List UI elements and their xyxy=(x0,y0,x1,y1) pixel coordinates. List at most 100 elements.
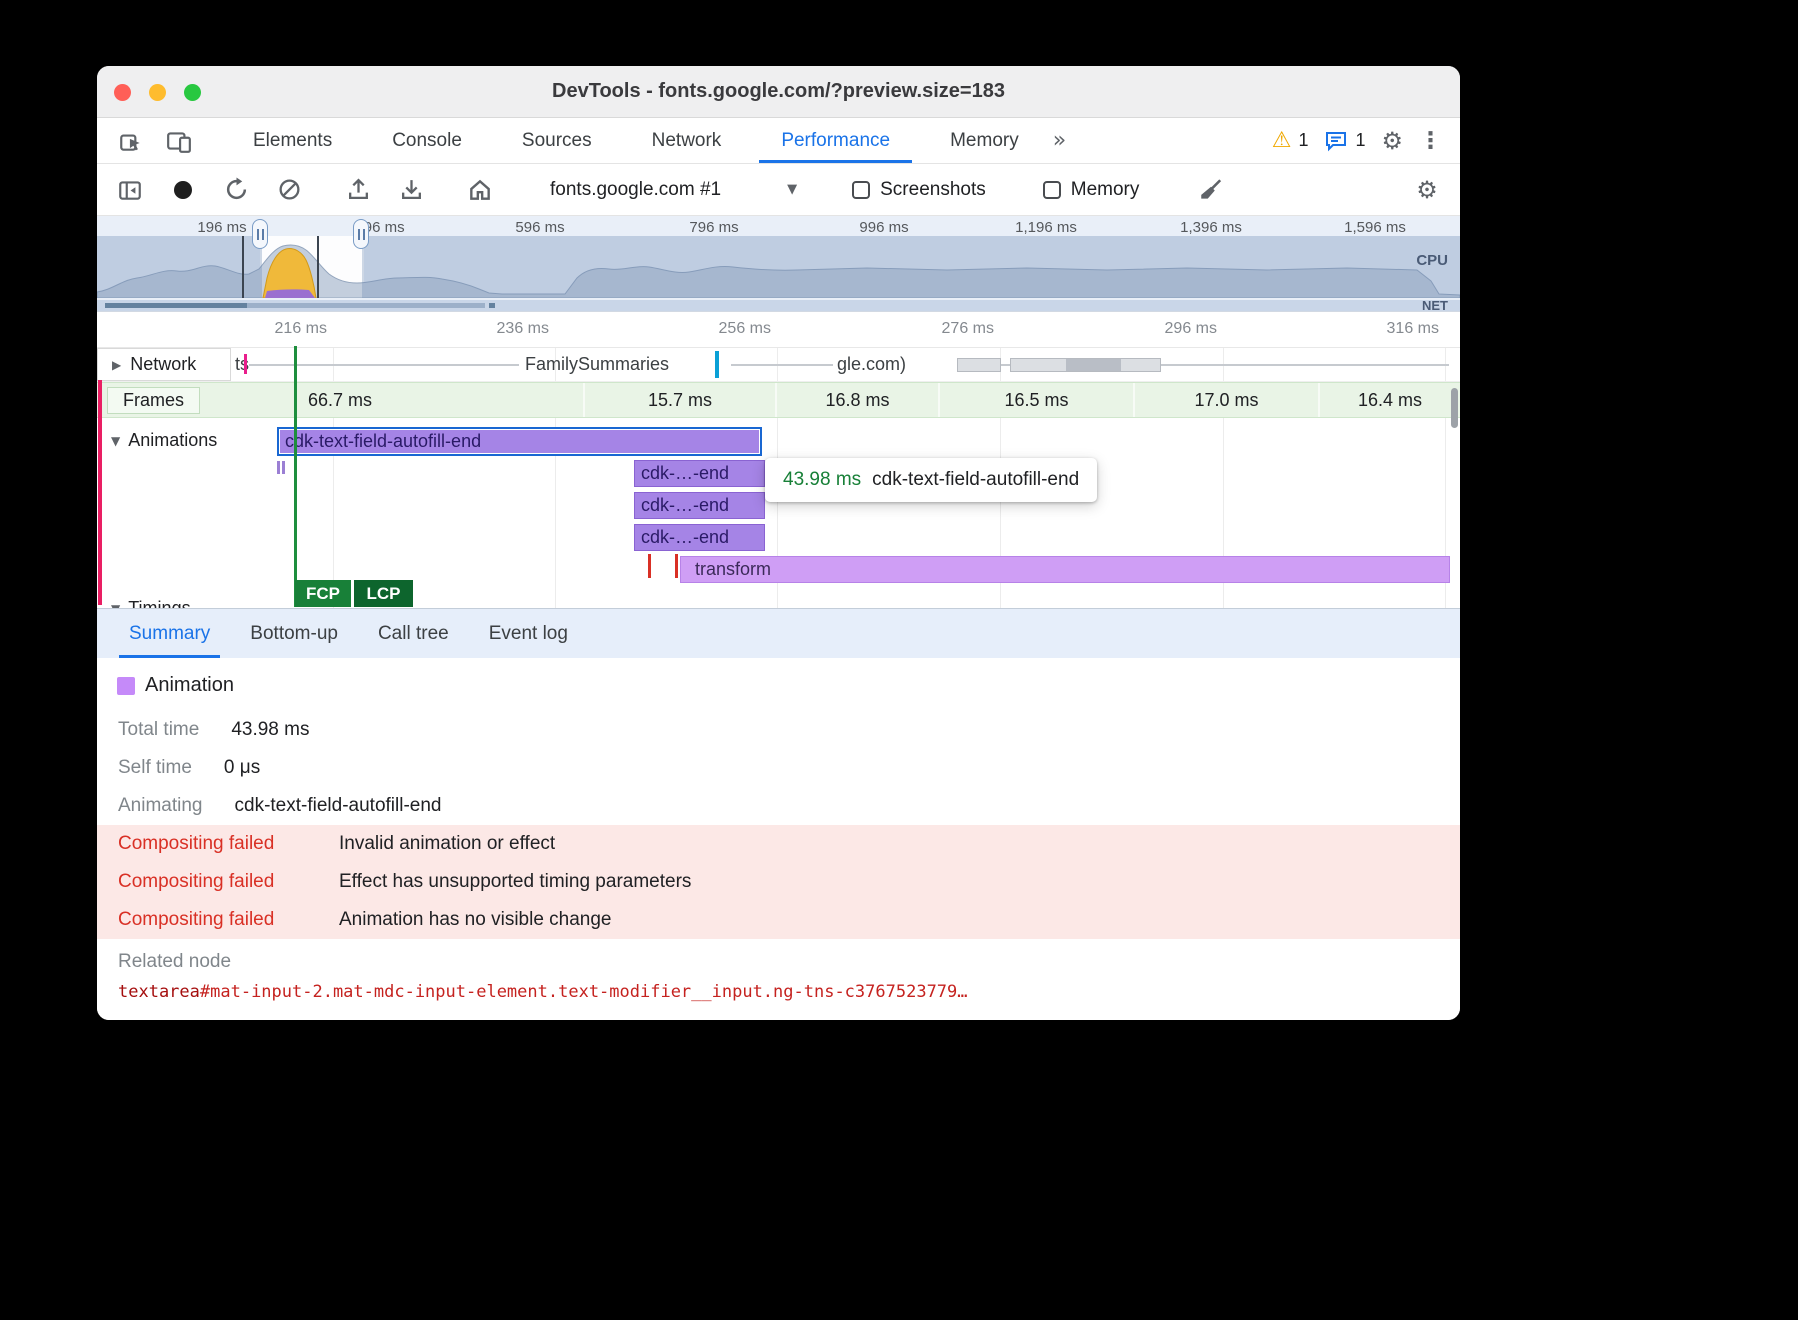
chevron-down-icon: ▼ xyxy=(787,182,797,197)
tab-summary[interactable]: Summary xyxy=(109,609,230,658)
memory-toggle[interactable]: Memory xyxy=(1043,179,1140,201)
compositing-failed-label: Compositing failed xyxy=(118,833,339,855)
title-bar: DevTools - fonts.google.com/?preview.siz… xyxy=(97,66,1460,118)
network-request-bar[interactable] xyxy=(1010,358,1161,372)
frames-track[interactable]: 66.7 ms 15.7 ms 16.8 ms 16.5 ms 17.0 ms … xyxy=(97,382,1460,418)
tab-memory[interactable]: Memory xyxy=(920,118,1049,163)
selection-handle-left[interactable] xyxy=(252,219,268,249)
animation-bar[interactable]: cdk-…-end xyxy=(634,492,765,519)
timeline-tracks[interactable]: 216 ms 236 ms 256 ms 276 ms 296 ms 316 m… xyxy=(97,312,1460,608)
details-tabbar: Summary Bottom-up Call tree Event log xyxy=(97,608,1460,658)
tab-performance[interactable]: Performance xyxy=(751,118,920,163)
network-whisker xyxy=(1001,364,1010,366)
total-time-row: Total time 43.98 ms xyxy=(97,711,1460,749)
screenshots-label: Screenshots xyxy=(880,179,986,201)
settings-gear-icon[interactable]: ⚙ xyxy=(1381,127,1403,155)
selection-handle-right[interactable] xyxy=(353,219,369,249)
tab-elements[interactable]: Elements xyxy=(223,118,362,163)
load-profile-icon[interactable] xyxy=(341,173,375,207)
capture-settings-gear-icon[interactable]: ⚙ xyxy=(1410,173,1444,207)
compositing-warning-row: Compositing failed Invalid animation or … xyxy=(97,825,1460,863)
related-node-tag: textarea xyxy=(118,982,200,1002)
overview-event-line xyxy=(317,236,319,298)
warning-count: 1 xyxy=(1298,130,1308,151)
devtools-window: DevTools - fonts.google.com/?preview.siz… xyxy=(97,66,1460,1020)
compositing-warning-row: Compositing failed Animation has no visi… xyxy=(97,901,1460,939)
fcp-badge[interactable]: FCP xyxy=(295,580,351,607)
net-activity-bar xyxy=(247,303,485,308)
transform-animation-bar[interactable]: transform xyxy=(680,556,1450,583)
minimize-window-button[interactable] xyxy=(149,84,166,101)
tab-call-tree[interactable]: Call tree xyxy=(358,609,469,658)
toggle-sidebar-icon[interactable] xyxy=(113,173,147,207)
memory-checkbox[interactable] xyxy=(1043,181,1061,199)
devtools-tabbar: Elements Console Sources Network Perform… xyxy=(97,118,1460,164)
more-options-icon[interactable]: ⋮ xyxy=(1419,128,1442,154)
reload-and-record-button[interactable] xyxy=(219,173,253,207)
animations-track-header[interactable]: ▼ Animations xyxy=(111,430,217,451)
self-time-label: Self time xyxy=(118,757,192,779)
tracks-scrollbar[interactable] xyxy=(1451,388,1458,428)
ruler-tick-label: 216 ms xyxy=(275,320,327,338)
network-track[interactable]: ▶ Network ts FamilySummaries gle.com) xyxy=(97,348,1460,382)
animation-bar[interactable]: cdk-…-end xyxy=(634,524,765,551)
timings-track-label: Timings xyxy=(128,598,190,608)
animations-track-label: Animations xyxy=(128,430,217,451)
network-request-label[interactable]: gle.com) xyxy=(837,354,906,375)
tab-bottom-up[interactable]: Bottom-up xyxy=(230,609,358,658)
net-overview-strip: NET xyxy=(97,300,1460,312)
frame-duration[interactable]: 16.8 ms xyxy=(777,383,940,417)
network-track-label: Network xyxy=(130,354,196,375)
frame-duration[interactable]: 15.7 ms xyxy=(585,383,777,417)
save-profile-icon[interactable] xyxy=(394,173,428,207)
related-node-link[interactable]: textarea#mat-input-2.mat-mdc-input-eleme… xyxy=(97,977,1460,1007)
network-request-bar[interactable] xyxy=(957,358,1001,372)
tab-console[interactable]: Console xyxy=(362,118,492,163)
animation-tooltip: 43.98 ms cdk-text-field-autofill-end xyxy=(765,458,1097,502)
tab-event-log[interactable]: Event log xyxy=(469,609,588,658)
timeline-overview[interactable]: 196 ms 396 ms 596 ms 796 ms 996 ms 1,196… xyxy=(97,216,1460,312)
network-track-header[interactable]: ▶ Network xyxy=(97,348,231,381)
inspect-element-icon[interactable] xyxy=(113,123,149,159)
clear-recording-icon[interactable] xyxy=(272,173,306,207)
triangle-down-icon: ▼ xyxy=(111,434,120,448)
more-tabs-icon[interactable]: » xyxy=(1053,118,1066,163)
device-toolbar-icon[interactable] xyxy=(161,123,197,159)
profile-select[interactable]: fonts.google.com #1 ▼ xyxy=(550,179,797,201)
timings-track-header[interactable]: ▼ Timings xyxy=(111,598,191,608)
window-title: DevTools - fonts.google.com/?preview.siz… xyxy=(552,80,1005,103)
self-time-row: Self time 0 μs xyxy=(97,749,1460,787)
animation-bar[interactable]: cdk-…-end xyxy=(634,460,765,487)
performance-toolbar: fonts.google.com #1 ▼ Screenshots Memory… xyxy=(97,164,1460,216)
network-request-label[interactable]: FamilySummaries xyxy=(525,354,669,375)
frame-duration[interactable]: 17.0 ms xyxy=(1135,383,1320,417)
network-request-marker xyxy=(715,351,719,378)
tooltip-duration: 43.98 ms xyxy=(783,469,861,491)
warnings-counter[interactable]: ⚠ 1 xyxy=(1272,128,1309,153)
close-window-button[interactable] xyxy=(114,84,131,101)
timeline-ruler[interactable]: 216 ms 236 ms 256 ms 276 ms 296 ms 316 m… xyxy=(97,312,1460,348)
screenshots-checkbox[interactable] xyxy=(852,181,870,199)
animation-bar-selected[interactable]: cdk-text-field-autofill-end xyxy=(277,427,762,456)
frames-track-label: Frames xyxy=(107,387,200,414)
compositing-failed-label: Compositing failed xyxy=(118,909,339,931)
tab-network[interactable]: Network xyxy=(622,118,752,163)
lcp-badge[interactable]: LCP xyxy=(354,580,413,607)
total-time-value: 43.98 ms xyxy=(231,719,309,741)
home-icon[interactable] xyxy=(463,173,497,207)
overview-event-line xyxy=(242,236,244,298)
frame-duration[interactable]: 16.4 ms xyxy=(1320,383,1460,417)
issues-counter[interactable]: 1 xyxy=(1324,129,1365,153)
frame-duration[interactable]: 16.5 ms xyxy=(940,383,1135,417)
summary-event-title: Animation xyxy=(145,674,234,697)
net-track-label: NET xyxy=(1422,298,1448,312)
zoom-window-button[interactable] xyxy=(184,84,201,101)
screenshots-toggle[interactable]: Screenshots xyxy=(852,179,986,201)
overview-time-label: 196 ms xyxy=(197,219,246,236)
message-count: 1 xyxy=(1355,130,1365,151)
record-button[interactable] xyxy=(166,173,200,207)
tab-sources[interactable]: Sources xyxy=(492,118,622,163)
compositing-failed-text: Effect has unsupported timing parameters xyxy=(339,871,691,893)
overview-time-label: 996 ms xyxy=(859,219,908,236)
collect-garbage-icon[interactable] xyxy=(1194,173,1228,207)
